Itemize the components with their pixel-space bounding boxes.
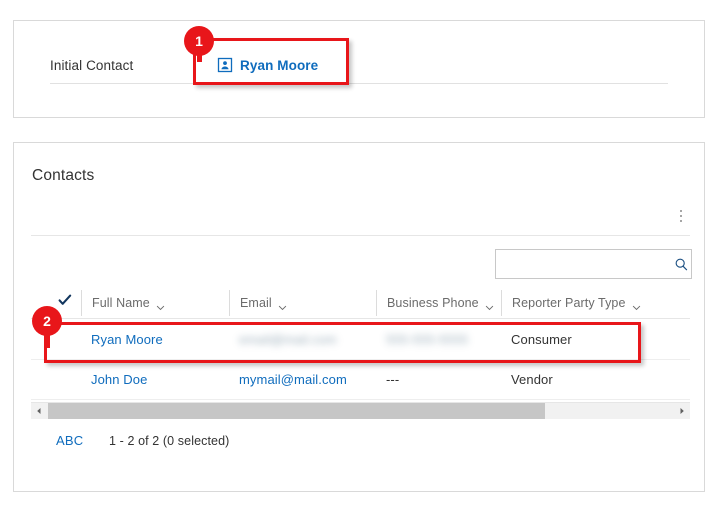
initial-contact-underline bbox=[50, 83, 668, 84]
column-header-business-phone[interactable]: Business Phone bbox=[376, 290, 496, 316]
column-header-full-name-label: Full Name bbox=[92, 296, 150, 310]
initial-contact-label: Initial Contact bbox=[50, 58, 134, 73]
column-header-email-label: Email bbox=[240, 296, 272, 310]
grid-status-bar: ABC 1 - 2 of 2 (0 selected) bbox=[31, 431, 690, 455]
contacts-card: Contacts Full Name Email Business Phone … bbox=[13, 142, 705, 492]
record-count-label: 1 - 2 of 2 (0 selected) bbox=[109, 434, 230, 448]
cell-reporter-party-type: Vendor bbox=[511, 371, 553, 387]
search-icon[interactable] bbox=[672, 250, 691, 278]
column-header-business-phone-label: Business Phone bbox=[387, 296, 479, 310]
more-commands-icon[interactable] bbox=[670, 205, 692, 227]
search-input[interactable] bbox=[496, 250, 672, 278]
column-header-reporter-party-type-label: Reporter Party Type bbox=[512, 296, 626, 310]
column-header-email[interactable]: Email bbox=[229, 290, 369, 316]
horizontal-scrollbar[interactable] bbox=[31, 402, 690, 419]
cell-email: email@mail.com bbox=[239, 331, 337, 347]
chevron-down-icon bbox=[632, 300, 641, 311]
select-all-checkmark-icon[interactable] bbox=[57, 292, 75, 310]
command-bar-divider bbox=[31, 235, 690, 236]
initial-contact-card: Initial Contact Ryan Moore bbox=[13, 20, 705, 118]
cell-full-name[interactable]: Ryan Moore bbox=[91, 319, 163, 359]
cell-reporter-party-type: Consumer bbox=[511, 331, 572, 347]
table-row[interactable]: John Doe mymail@mail.com --- Vendor bbox=[31, 359, 690, 400]
contact-card-icon bbox=[217, 57, 233, 73]
chevron-down-icon bbox=[156, 300, 165, 311]
table-row[interactable]: Ryan Moore email@mail.com 555-555-5555 C… bbox=[31, 319, 690, 360]
contacts-search-box[interactable] bbox=[495, 249, 692, 279]
cell-business-phone: --- bbox=[386, 371, 400, 387]
scrollbar-thumb[interactable] bbox=[48, 403, 545, 419]
column-header-reporter-party-type[interactable]: Reporter Party Type bbox=[501, 290, 666, 316]
contacts-title: Contacts bbox=[32, 167, 95, 184]
chevron-down-icon bbox=[485, 300, 494, 311]
cell-email[interactable]: mymail@mail.com bbox=[239, 359, 347, 399]
cell-full-name[interactable]: John Doe bbox=[91, 359, 147, 399]
chevron-down-icon bbox=[278, 300, 287, 311]
caret-left-icon[interactable] bbox=[31, 403, 47, 419]
initial-contact-name: Ryan Moore bbox=[240, 57, 319, 73]
column-header-full-name[interactable]: Full Name bbox=[81, 290, 226, 316]
grid-header-row: Full Name Email Business Phone Reporter … bbox=[31, 290, 690, 316]
cell-business-phone: 555-555-5555 bbox=[386, 331, 469, 347]
caret-right-icon[interactable] bbox=[674, 403, 690, 419]
alphabet-jump-bar[interactable]: ABC bbox=[56, 433, 83, 448]
initial-contact-lookup-value[interactable]: Ryan Moore bbox=[211, 53, 324, 77]
